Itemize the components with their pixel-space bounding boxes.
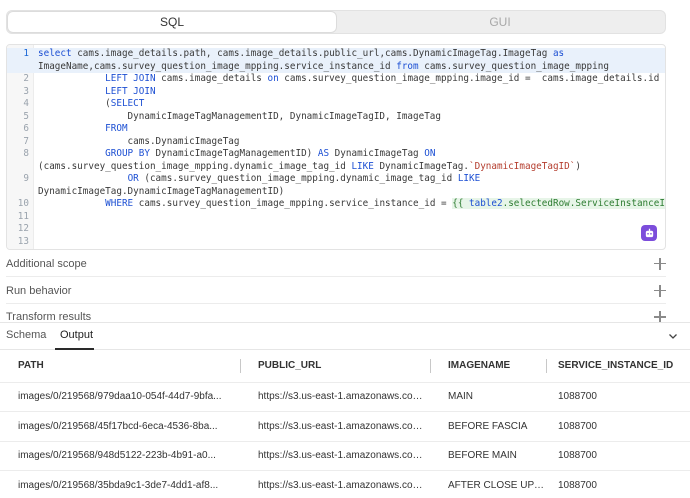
table-cell: 1088700 xyxy=(546,411,690,441)
table-cell: MAIN xyxy=(430,381,546,412)
table-cell: 1088700 xyxy=(546,381,690,412)
line-number: 12 xyxy=(17,223,29,234)
line-number: 2 xyxy=(23,73,29,84)
section-run-behavior[interactable]: Run behavior xyxy=(6,278,666,304)
line-number: 13 xyxy=(17,235,29,247)
table-cell: images/0/219568/979daa10-054f-44d7-9bfa.… xyxy=(0,381,240,412)
code-line: DynamicImageTag.DynamicImageTagManagemen… xyxy=(7,186,665,199)
code-text: FROM xyxy=(105,123,128,134)
line-number: 10 xyxy=(17,198,29,209)
code-text: DynamicImageTag.DynamicImageTagManagemen… xyxy=(38,185,285,197)
code-text: cams.DynamicImageTag xyxy=(38,135,240,147)
code-line: 10 WHERE cams.survey_question_image_mppi… xyxy=(7,198,665,211)
section-label: Additional scope xyxy=(6,257,87,270)
results-body: images/0/219568/979daa10-054f-44d7-9bfa.… xyxy=(0,381,690,498)
mode-sql-tab[interactable]: SQL xyxy=(8,12,336,32)
ai-assist-icon xyxy=(645,228,653,237)
header-label: PATH xyxy=(18,360,44,372)
column-divider[interactable] xyxy=(546,359,547,373)
section-label: Transform results xyxy=(6,311,92,323)
table-cell: BEFORE FASCIA xyxy=(430,411,546,441)
table-cell: https://s3.us-east-1.amazonaws.com/cams.… xyxy=(240,440,430,471)
code-text: LEFT JOIN cams.image_details on cams.sur… xyxy=(105,73,660,84)
section-label: Run behavior xyxy=(6,284,72,297)
table-row[interactable]: images/0/219568/948d5122-223b-4b91-a0...… xyxy=(0,440,690,471)
line-number: 9 xyxy=(23,173,29,184)
line-number: 11 xyxy=(17,210,29,222)
header-label: SERVICE_INSTANCE_ID xyxy=(558,360,674,372)
code-line: 11 xyxy=(7,211,665,224)
column-header-public-url[interactable]: PUBLIC_URL xyxy=(240,350,430,382)
column-header-imagename[interactable]: IMAGENAME xyxy=(430,350,546,382)
column-header-service-instance-id[interactable]: SERVICE_INSTANCE_ID xyxy=(546,350,690,382)
section-transform-results[interactable]: Transform results xyxy=(6,307,666,323)
column-header-path[interactable]: PATH xyxy=(0,350,240,382)
code-line: 5 DynamicImageTagManagementID, DynamicIm… xyxy=(7,111,665,124)
header-label: IMAGENAME xyxy=(448,360,511,372)
table-cell: images/0/219568/35bda9c1-3de7-4dd1-af8..… xyxy=(0,470,240,498)
line-number: 4 xyxy=(23,98,29,109)
table-cell: https://s3.us-east-1.amazonaws.com/cams.… xyxy=(240,381,430,412)
header-label: PUBLIC_URL xyxy=(258,360,322,372)
code-text: OR (cams.survey_question_image_mpping.dy… xyxy=(127,173,481,184)
code-line: 3 LEFT JOIN xyxy=(7,86,665,99)
tab-output[interactable]: Output xyxy=(60,329,93,341)
line-number: 6 xyxy=(23,123,29,134)
code-line: 8 GROUP BY DynamicImageTagManagementID) … xyxy=(7,148,665,161)
column-divider[interactable] xyxy=(430,359,431,373)
ai-assist-button[interactable] xyxy=(641,225,657,241)
code-line: (cams.survey_question_image_mpping.dynam… xyxy=(7,161,665,174)
line-number: 7 xyxy=(23,135,29,147)
plus-icon[interactable] xyxy=(654,284,666,297)
results-tabs: Schema Output xyxy=(0,323,690,350)
chevron-down-icon[interactable] xyxy=(668,331,678,341)
code-line: 2 LEFT JOIN cams.image_details on cams.s… xyxy=(7,73,665,86)
code-line: 12 xyxy=(7,223,665,236)
code-line: ImageName,cams.survey_question_image_mpp… xyxy=(7,60,665,73)
column-divider[interactable] xyxy=(240,359,241,373)
table-cell: https://s3.us-east-1.amazonaws.com/cams.… xyxy=(240,470,430,498)
table-row[interactable]: images/0/219568/45f17bcd-6eca-4536-8ba..… xyxy=(0,411,690,441)
results-table: PATH PUBLIC_URL IMAGENAME SERVICE_INSTAN… xyxy=(0,350,690,498)
section-additional-scope[interactable]: Additional scope xyxy=(6,251,666,277)
code-text: WHERE cams.survey_question_image_mpping.… xyxy=(38,198,665,211)
query-editor-screen: SQL GUI 1 select cams.image_details.path,… xyxy=(0,0,690,498)
code-line: 7 cams.DynamicImageTag xyxy=(7,136,665,149)
plus-icon[interactable] xyxy=(654,257,666,270)
code-text: DynamicImageTagManagementID, DynamicImag… xyxy=(38,110,441,122)
table-cell: 1088700 xyxy=(546,470,690,498)
plus-icon[interactable] xyxy=(654,311,666,323)
code-text: (SELECT xyxy=(38,98,145,109)
results-panel: Schema Output PATH PUBLIC_URL IMAGENAME … xyxy=(0,323,690,498)
line-number: 5 xyxy=(23,110,29,122)
table-cell: images/0/219568/45f17bcd-6eca-4536-8ba..… xyxy=(0,411,240,441)
line-number: 8 xyxy=(23,148,29,159)
mode-gui-tab[interactable]: GUI xyxy=(336,12,664,32)
table-row[interactable]: images/0/219568/979daa10-054f-44d7-9bfa.… xyxy=(0,381,690,412)
line-number: 1 xyxy=(23,48,29,59)
table-cell: AFTER CLOSE UP OF... xyxy=(430,470,546,498)
code-line: 1 select cams.image_details.path, cams.im… xyxy=(7,48,665,61)
code-line: 13 xyxy=(7,236,665,249)
tab-schema[interactable]: Schema xyxy=(6,329,46,341)
code-line: 9 OR (cams.survey_question_image_mpping.… xyxy=(7,173,665,186)
code-text: GROUP BY DynamicImageTagManagementID) AS… xyxy=(105,148,436,159)
table-header-row: PATH PUBLIC_URL IMAGENAME SERVICE_INSTAN… xyxy=(0,350,690,382)
mode-toggle: SQL GUI xyxy=(6,10,666,34)
code-text: LEFT JOIN xyxy=(105,85,156,97)
line-number: 3 xyxy=(23,85,29,97)
code-text: ImageName,cams.survey_question_image_mpp… xyxy=(38,60,609,72)
code-line: 4 (SELECT xyxy=(7,98,665,111)
sql-editor[interactable]: 1 select cams.image_details.path, cams.im… xyxy=(6,44,666,250)
table-cell: BEFORE MAIN xyxy=(430,440,546,471)
table-cell: 1088700 xyxy=(546,440,690,471)
table-row[interactable]: images/0/219568/35bda9c1-3de7-4dd1-af8..… xyxy=(0,470,690,498)
table-cell: images/0/219568/948d5122-223b-4b91-a0... xyxy=(0,440,240,471)
code-text: select cams.image_details.path, cams.ima… xyxy=(38,48,565,59)
table-cell: https://s3.us-east-1.amazonaws.com/cams.… xyxy=(240,411,430,441)
code-text: (cams.survey_question_image_mpping.dynam… xyxy=(38,160,581,172)
code-line: 6 FROM xyxy=(7,123,665,136)
